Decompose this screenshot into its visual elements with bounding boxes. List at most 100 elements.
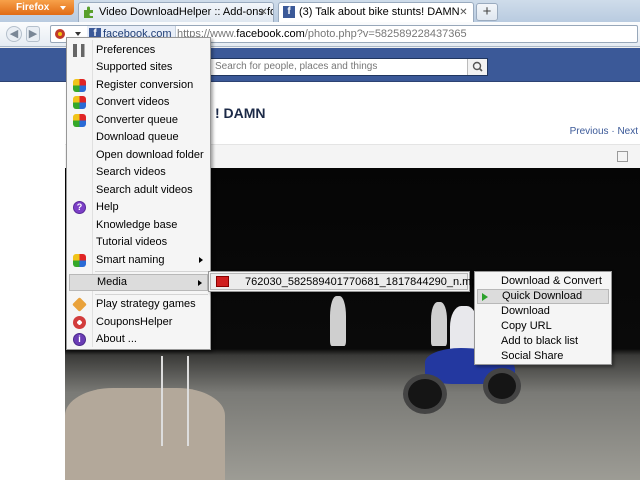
new-tab-button[interactable]: + — [476, 3, 498, 21]
search-input[interactable]: Search for people, places and things — [210, 58, 488, 76]
submenu-arrow-icon — [198, 280, 202, 286]
tab-downloadhelper-addons[interactable]: Video DownloadHelper :: Add-ons for... ✕ — [78, 2, 274, 22]
chevron-down-icon — [60, 6, 66, 10]
menu-item-play-strategy-games[interactable]: Play strategy games — [69, 296, 208, 313]
action-label: Quick Download — [502, 290, 583, 302]
media-action-menu: Download & Convert Quick Download Downlo… — [474, 271, 612, 365]
cube-icon — [73, 114, 86, 127]
help-icon: ? — [73, 201, 86, 214]
tripod — [161, 356, 189, 446]
menu-item-converter-queue[interactable]: Converter queue — [69, 112, 208, 129]
menu-separator — [95, 294, 208, 295]
coupon-icon — [73, 316, 86, 329]
film-icon — [216, 276, 229, 287]
menu-item-couponshelper[interactable]: CouponsHelper — [69, 314, 208, 331]
menu-item-label: Preferences — [96, 44, 156, 56]
menu-item-label: Converter queue — [96, 114, 178, 126]
menu-item-open-download-folder[interactable]: Open download folder — [69, 147, 208, 164]
search-icon — [472, 61, 483, 72]
menu-item-label: Tutorial videos — [96, 236, 168, 248]
close-icon[interactable]: ✕ — [458, 7, 469, 18]
action-copy-url[interactable]: Copy URL — [477, 319, 609, 334]
action-social-share[interactable]: Social Share — [477, 349, 609, 364]
photo-pager: Previous · Next — [570, 126, 638, 137]
cube-icon — [73, 96, 86, 109]
menu-item-label: Register conversion — [96, 79, 194, 91]
downloadhelper-menu: Preferences Supported sites Register con… — [66, 37, 211, 350]
media-file-item[interactable]: 762030_582589401770681_1817844290_n.mp4 — [210, 273, 484, 290]
menu-item-label: Knowledge base — [96, 219, 178, 231]
media-file-name: 762030_582589401770681_1817844290_n.mp4 — [245, 276, 484, 288]
menu-item-label: Play strategy games — [96, 298, 196, 310]
menu-item-about[interactable]: i About ... — [69, 331, 208, 348]
menu-item-label: Download queue — [96, 131, 179, 143]
menu-item-knowledge-base[interactable]: Knowledge base — [69, 217, 208, 234]
search-placeholder: Search for people, places and things — [215, 61, 378, 72]
menu-item-search-videos[interactable]: Search videos — [69, 164, 208, 181]
menu-item-label: Supported sites — [96, 61, 173, 73]
action-add-to-black-list[interactable]: Add to black list — [477, 334, 609, 349]
tab-title: (3) Talk about bike stunts! DAMN — [299, 6, 460, 18]
puzzle-icon — [84, 6, 93, 18]
search-button[interactable] — [467, 59, 487, 75]
url-host: facebook.com — [236, 28, 305, 40]
menu-item-convert-videos[interactable]: Convert videos — [69, 94, 208, 111]
menu-item-label: Open download folder — [96, 149, 204, 161]
play-icon — [482, 293, 488, 301]
preferences-icon — [73, 44, 86, 57]
forward-button[interactable]: ▶ — [26, 26, 40, 42]
action-label: Download — [501, 305, 550, 317]
spectator-figure — [431, 302, 447, 346]
menu-item-supported-sites[interactable]: Supported sites — [69, 59, 208, 76]
action-label: Add to black list — [501, 335, 579, 347]
menu-item-search-adult-videos[interactable]: Search adult videos — [69, 182, 208, 199]
menu-item-register-conversion[interactable]: Register conversion — [69, 77, 208, 94]
action-label: Copy URL — [501, 320, 552, 332]
motorcycle-wheel — [403, 374, 447, 414]
close-icon[interactable]: ✕ — [258, 7, 269, 18]
menu-item-label: Search videos — [96, 166, 166, 178]
url-text[interactable]: https://www.facebook.com/photo.php?v=582… — [177, 26, 467, 42]
action-quick-download[interactable]: Quick Download — [477, 289, 609, 304]
menu-separator — [95, 271, 208, 272]
fullscreen-icon[interactable] — [617, 151, 628, 162]
pager-separator: · — [611, 126, 615, 137]
tab-facebook-photo[interactable]: f (3) Talk about bike stunts! DAMN ✕ — [278, 2, 474, 22]
menu-item-tutorial-videos[interactable]: Tutorial videos — [69, 234, 208, 251]
previous-link[interactable]: Previous — [570, 126, 609, 137]
menu-item-smart-naming[interactable]: Smart naming — [69, 252, 208, 269]
tab-title: Video DownloadHelper :: Add-ons for... — [99, 6, 274, 18]
cube-icon — [73, 254, 86, 267]
menu-item-label: Media — [97, 276, 127, 288]
firefox-menu-button[interactable]: Firefox — [0, 0, 74, 15]
menu-item-label: CouponsHelper — [96, 316, 173, 328]
submenu-arrow-icon — [199, 257, 203, 263]
motorcycle-wheel — [483, 368, 521, 404]
menu-item-label: About ... — [96, 333, 137, 345]
menu-item-label: Convert videos — [96, 96, 170, 108]
menu-item-label: Smart naming — [96, 254, 165, 266]
action-download-convert[interactable]: Download & Convert — [477, 274, 609, 289]
url-path: /photo.php?v=582589228437365 — [304, 28, 467, 40]
next-link[interactable]: Next — [617, 126, 638, 137]
title-bar: Firefox Video DownloadHelper :: Add-ons … — [0, 0, 640, 22]
back-button[interactable]: ◀ — [6, 26, 22, 42]
action-label: Social Share — [501, 350, 564, 362]
menu-item-label: Help — [96, 201, 119, 213]
spectator-figure — [330, 296, 346, 346]
facebook-icon: f — [283, 6, 295, 18]
media-submenu: 762030_582589401770681_1817844290_n.mp4 — [208, 271, 484, 292]
menu-item-preferences[interactable]: Preferences — [69, 42, 208, 59]
action-download[interactable]: Download — [477, 304, 609, 319]
crowd-figures — [65, 388, 225, 480]
action-label: Download & Convert — [501, 275, 602, 287]
menu-item-media[interactable]: Media — [69, 274, 208, 291]
about-icon: i — [73, 333, 86, 346]
menu-item-download-queue[interactable]: Download queue — [69, 129, 208, 146]
game-icon — [72, 297, 87, 312]
menu-item-label: Search adult videos — [96, 184, 193, 196]
cube-icon — [73, 79, 86, 92]
menu-item-help[interactable]: ? Help — [69, 199, 208, 216]
firefox-menu-label: Firefox — [16, 2, 50, 13]
page-title: ! DAMN — [215, 105, 266, 121]
